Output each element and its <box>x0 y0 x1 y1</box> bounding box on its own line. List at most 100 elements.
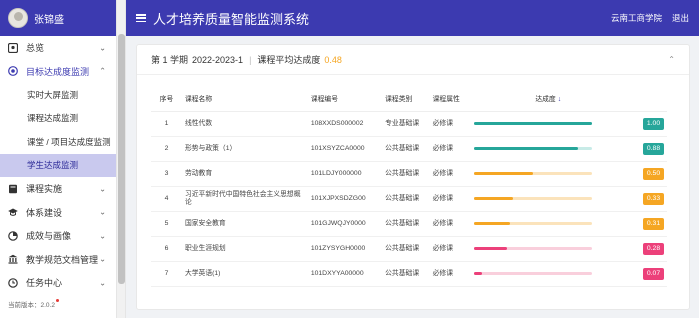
row-course-name: 职业生涯规划 <box>181 236 308 262</box>
sidebar-item-teaching-docs[interactable]: 教学规范文档管理 ⌄ <box>0 248 116 272</box>
sidebar-item-label: 成效与画像 <box>26 231 72 242</box>
row-course-code: 101LDJY000000 <box>307 161 383 187</box>
row-category: 公共基础课 <box>382 236 430 262</box>
progress-bar <box>473 172 592 175</box>
menu-toggle-icon[interactable] <box>136 14 146 22</box>
update-dot <box>55 299 59 302</box>
row-rate-bar-cell <box>470 186 626 212</box>
chevron-down-icon: ⌄ <box>99 43 106 53</box>
sidebar-item-label: 教学规范文档管理 <box>26 254 99 265</box>
sidebar-header: 张锦盛 <box>0 0 116 36</box>
progress-bar-fill <box>473 272 483 275</box>
table-row[interactable]: 5 国家安全教育 101GJWQJY0000 公共基础课 必修课 0.31 <box>151 211 667 237</box>
row-attr: 必修课 <box>429 186 471 212</box>
row-category: 公共基础课 <box>382 136 430 162</box>
sidebar-item-task-center[interactable]: 任务中心 ⌄ <box>0 271 116 295</box>
row-rate-bar-cell <box>470 236 626 262</box>
scrollbar-thumb[interactable] <box>118 34 125 284</box>
rate-badge: 1.00 <box>643 117 664 130</box>
sidebar-subitem-student-achievement[interactable]: 学生达成监测 <box>0 153 116 177</box>
row-no: 3 <box>151 161 182 187</box>
row-rate-cell: 0.50 <box>625 161 667 187</box>
sidebar-subitem-realtime-screen[interactable]: 实时大屏监测 <box>0 83 116 107</box>
row-attr: 必修课 <box>429 111 471 137</box>
row-attr: 必修课 <box>429 261 471 287</box>
sidebar-item-course-implementation[interactable]: 课程实施 ⌄ <box>0 177 116 201</box>
row-category: 公共基础课 <box>382 211 430 237</box>
row-rate-cell: 1.00 <box>625 111 667 137</box>
sidebar-item-system-building[interactable]: 体系建设 ⌄ <box>0 201 116 225</box>
sidebar-item-overview[interactable]: 总览 ⌄ <box>0 36 116 60</box>
avg-label: 课程平均达成度 <box>257 55 321 65</box>
sidebar: 张锦盛 总览 ⌄ 目标达成度监测 ⌃ 实时大屏监测 课程达成监测 课堂 / 项目… <box>0 0 117 318</box>
card-header[interactable]: 第 1 学期 2022-2023-1 | 课程平均达成度 0.48 ⌃ <box>137 45 689 75</box>
row-rate-bar-cell <box>470 161 626 187</box>
graduation-cap-icon <box>8 207 18 217</box>
building-icon <box>8 254 18 264</box>
rate-badge: 0.31 <box>643 217 664 230</box>
row-rate-cell: 0.33 <box>625 186 667 212</box>
row-course-code: 101ZYSYGH0000 <box>307 236 383 262</box>
logout-link[interactable]: 退出 <box>672 12 689 24</box>
row-attr: 必修课 <box>429 161 471 187</box>
row-course-code: 101GJWQJY0000 <box>307 211 383 237</box>
rate-badge: 0.28 <box>643 242 664 255</box>
col-rate[interactable]: 达成度 ↓ <box>470 86 626 112</box>
table-row[interactable]: 3 劳动教育 101LDJY000000 公共基础课 必修课 0.50 <box>151 161 667 187</box>
row-rate-bar-cell <box>470 111 626 137</box>
table-row[interactable]: 6 职业生涯规划 101ZYSYGH0000 公共基础课 必修课 0.28 <box>151 236 667 262</box>
app-title: 人才培养质量智能监测系统 <box>153 11 310 27</box>
progress-bar <box>473 147 592 150</box>
row-no: 4 <box>151 186 182 212</box>
col-category: 课程类别 <box>382 86 430 112</box>
col-badge <box>625 86 667 112</box>
chevron-down-icon: ⌄ <box>99 207 106 217</box>
sidebar-item-label: 任务中心 <box>26 278 63 289</box>
row-course-name: 线性代数 <box>181 111 308 137</box>
avatar[interactable] <box>8 8 28 28</box>
rate-badge: 0.33 <box>643 192 664 205</box>
row-course-name: 国家安全教育 <box>181 211 308 237</box>
chevron-down-icon: ⌄ <box>99 278 106 288</box>
progress-bar <box>473 247 592 250</box>
collapse-icon[interactable]: ⌃ <box>668 55 675 64</box>
sidebar-subitem-course-achievement[interactable]: 课程达成监测 <box>0 107 116 131</box>
row-no: 5 <box>151 211 182 237</box>
progress-bar-fill <box>473 222 511 225</box>
table-row[interactable]: 7 大学英语(1) 101DXYYA00000 公共基础课 必修课 0.07 <box>151 261 667 287</box>
chevron-down-icon: ⌄ <box>99 184 106 194</box>
avg-value: 0.48 <box>324 54 342 65</box>
sidebar-scrollbar[interactable] <box>117 0 126 318</box>
row-rate-cell: 0.88 <box>625 136 667 162</box>
school-name: 云南工商学院 <box>610 13 662 23</box>
col-name: 课程名称 <box>181 86 308 112</box>
divider: | <box>249 54 252 65</box>
progress-bar <box>473 272 592 275</box>
table-row[interactable]: 2 形势与政策（1） 101XSYZCA0000 公共基础课 必修课 0.88 <box>151 136 667 162</box>
sort-desc-icon[interactable]: ↓ <box>558 96 562 103</box>
row-no: 7 <box>151 261 182 287</box>
progress-bar-fill <box>473 122 592 125</box>
table-row[interactable]: 4 习近平新时代中国特色社会主义思想概论 101XJPXSDZG00 公共基础课 必修课… <box>151 186 667 212</box>
col-code: 课程编号 <box>307 86 383 112</box>
chevron-down-icon: ⌄ <box>99 231 106 241</box>
row-rate-cell: 0.07 <box>625 261 667 287</box>
progress-bar-fill <box>473 247 507 250</box>
progress-bar-fill <box>473 172 533 175</box>
progress-bar <box>473 122 592 125</box>
sidebar-item-label: 体系建设 <box>26 207 63 218</box>
table-row[interactable]: 1 线性代数 108XXDS000002 专业基础课 必修课 1.00 <box>151 111 667 137</box>
row-no: 2 <box>151 136 182 162</box>
row-rate-cell: 0.28 <box>625 236 667 262</box>
col-attr: 课程属性 <box>429 86 471 112</box>
sidebar-item-goal-monitoring[interactable]: 目标达成度监测 ⌃ <box>0 60 116 84</box>
row-no: 6 <box>151 236 182 262</box>
row-category: 专业基础课 <box>382 111 430 137</box>
row-rate-bar-cell <box>470 211 626 237</box>
main-content: 第 1 学期 2022-2023-1 | 课程平均达成度 0.48 ⌃ 序号 课… <box>126 36 699 318</box>
rate-badge: 0.50 <box>643 167 664 180</box>
progress-bar-fill <box>473 147 578 150</box>
sidebar-subitem-class-project-achievement[interactable]: 课堂 / 项目达成度监测 <box>0 130 116 154</box>
row-course-code: 101XJPXSDZG00 <box>307 186 383 212</box>
sidebar-item-results-portrait[interactable]: 成效与画像 ⌄ <box>0 224 116 248</box>
